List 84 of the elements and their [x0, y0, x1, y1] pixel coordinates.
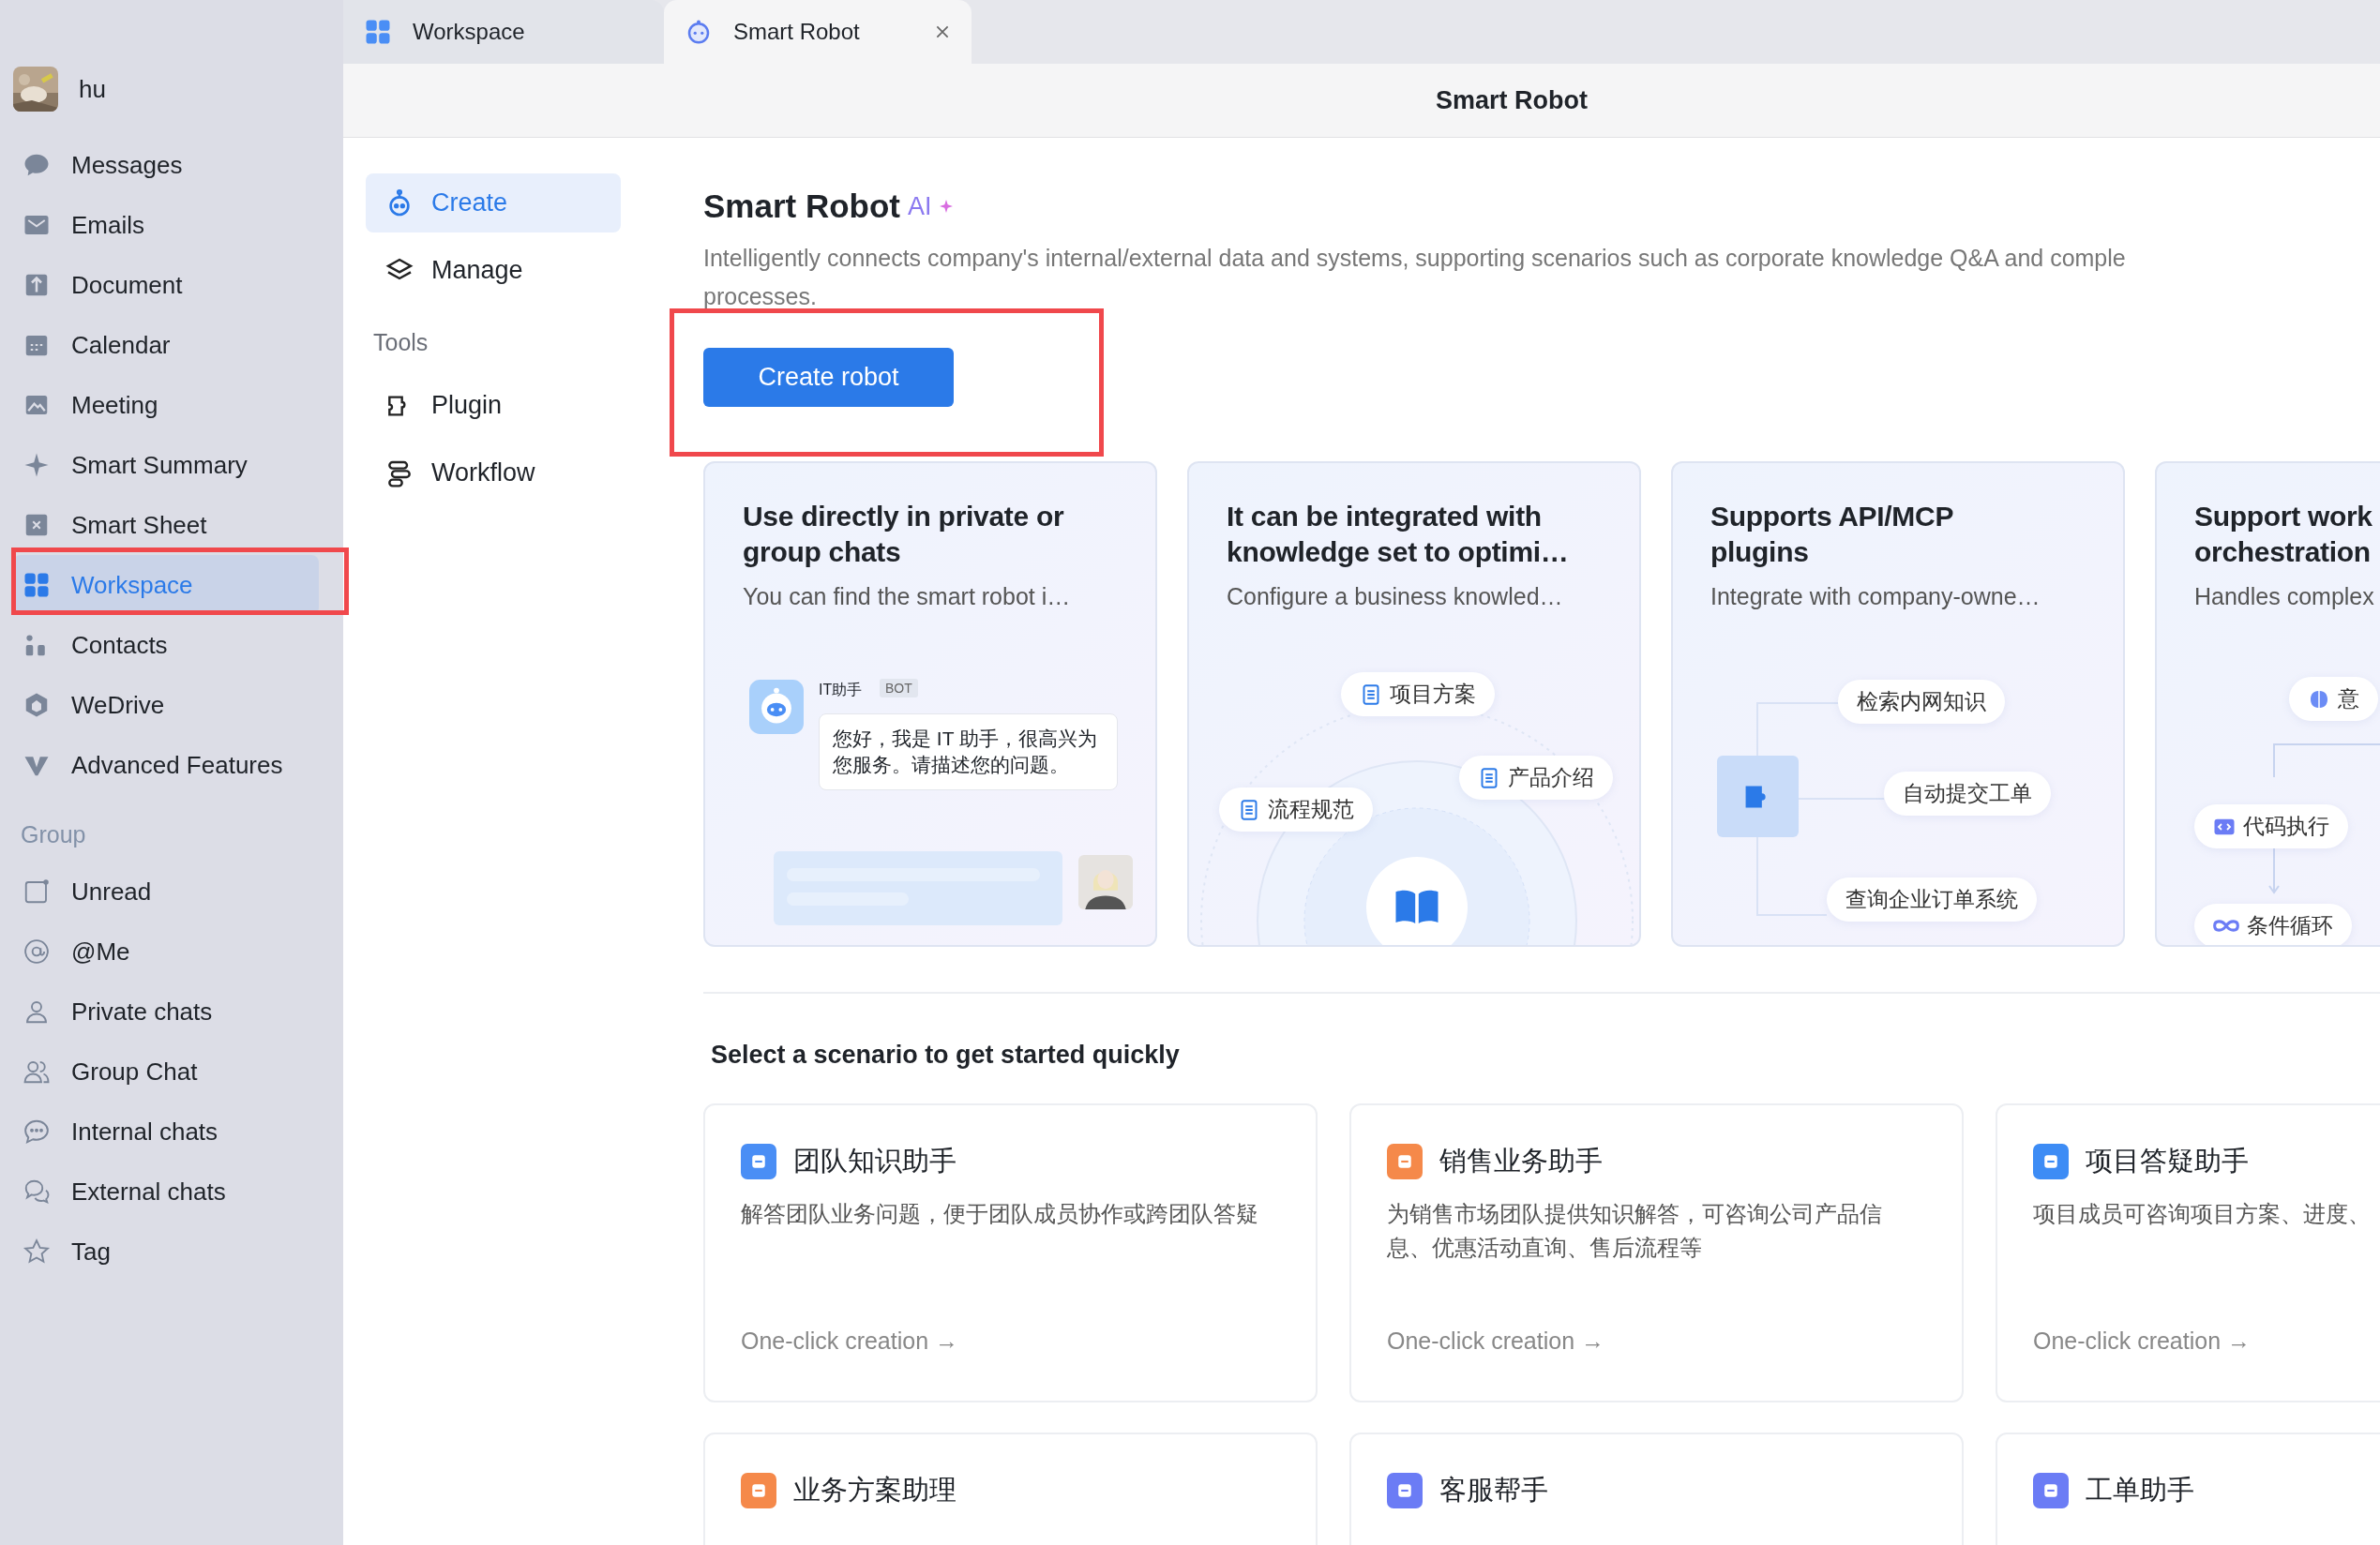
square-dot-icon [23, 878, 51, 906]
sidebar-item[interactable]: Emails [13, 195, 319, 255]
chip-label: 条件循环 [2247, 912, 2333, 939]
one-click-link[interactable]: One-click creation → [741, 1328, 959, 1355]
description: Intelligently connects company's internal/external data and systems, supporting scenarios such as corporate knowledge Q&A and comple processes. [703, 244, 2127, 311]
chat-bubble: 您好，我是 IT 助手，很高兴为您服务。请描述您的问题。 [819, 713, 1118, 790]
chip-label: 查询企业订单系统 [1845, 886, 2018, 913]
infinity-icon [2213, 920, 2239, 932]
bot-name: IT助手 [819, 681, 863, 699]
group-heading: Group [20, 820, 87, 849]
sidebar-item[interactable]: Group Chat [13, 1042, 319, 1102]
scenario-card[interactable]: 销售业务助手 为销售市场团队提供知识解答，可咨询公司产品信息、优惠活动直询、售后流程等 One-click creation → [1349, 1103, 1964, 1402]
nav-item[interactable]: Manage [366, 241, 621, 300]
create-robot-button[interactable]: Create robot [703, 348, 954, 407]
ai-label: AI [908, 191, 932, 221]
scenario-description: 解答团队业务问题，便于团队成员协作或跨团队答疑 [741, 1200, 1259, 1228]
card-subtitle: You can find the smart robot i… [743, 583, 1072, 610]
sidebar-item[interactable]: Meeting [13, 375, 319, 435]
scenario-description: 项目成员可咨询项目方案、进度、 [2033, 1200, 2372, 1228]
bot-tag: BOT [880, 679, 918, 698]
section-heading: Tools [372, 328, 429, 357]
chat-dots-icon [23, 1118, 51, 1146]
card-title: It can be integrated with knowledge set to optimi… [1227, 500, 1570, 569]
scenario-card[interactable]: 工单助手 [1996, 1432, 2380, 1545]
sidebar-item[interactable]: External chats [13, 1162, 319, 1222]
sparkle-icon [939, 200, 953, 213]
scenario-title: 项目答疑助手 [2086, 1145, 2249, 1178]
card-title: Support work orchestration [2194, 500, 2373, 569]
card-subtitle: Integrate with company-owne… [1710, 583, 2041, 610]
chat-pair-icon [23, 1178, 51, 1206]
puzzle-icon [1717, 756, 1799, 837]
sidebar-item[interactable]: WeDrive [13, 675, 319, 735]
grid-icon [23, 571, 51, 599]
card-title: Supports API/MCP plugins [1710, 500, 1955, 569]
chip-label: 检索内网知识 [1857, 688, 1986, 715]
scenario-description: 为销售市场团队提供知识解答，可咨询公司产品信息、优惠活动直询、售后流程等 [1387, 1200, 1883, 1262]
section-title: Smart Robot [703, 188, 900, 225]
sidebar-item[interactable]: Smart Summary [13, 435, 319, 495]
section-heading: Select a scenario to get started quickly [711, 1041, 1181, 1070]
scenario-title: 业务方案助理 [793, 1474, 957, 1507]
scenario-title: 工单助手 [2086, 1474, 2194, 1507]
scenario-card[interactable]: 团队知识助手 解答团队业务问题，便于团队成员协作或跨团队答疑 One-click creation → [703, 1103, 1318, 1402]
user-name: hu [79, 74, 106, 104]
scenario-card[interactable]: 项目答疑助手 项目成员可咨询项目方案、进度、 One-click creation → [1996, 1103, 2380, 1402]
sidebar-item[interactable]: Contacts [13, 615, 319, 675]
chip-label: 流程规范 [1268, 796, 1354, 823]
robot-icon [749, 680, 804, 734]
sidebar-item[interactable]: @Me [13, 922, 319, 982]
sidebar-item[interactable]: Messages [13, 135, 319, 195]
nav-item[interactable]: Create [366, 173, 621, 232]
sidebar-item[interactable]: Smart Sheet [13, 495, 319, 555]
sidebar-item[interactable]: Unread [13, 862, 319, 922]
card-title: Use directly in private or group chats [743, 500, 1065, 569]
chip-label: 意 [2338, 685, 2359, 712]
page-title: Smart Robot [1436, 85, 1588, 115]
tab[interactable]: Workspace [343, 0, 664, 64]
one-click-link[interactable]: One-click creation → [2033, 1328, 2252, 1355]
scenario-title: 客服帮手 [1439, 1474, 1548, 1507]
sidebar-item[interactable]: Advanced Features [13, 735, 319, 795]
chip-label: 项目方案 [1390, 681, 1476, 708]
sidebar-item[interactable]: Calendar [13, 315, 319, 375]
scenario-card[interactable]: 业务方案助理 [703, 1432, 1318, 1545]
chip-label: 产品介绍 [1508, 764, 1594, 791]
scenario-card[interactable]: 客服帮手 [1349, 1432, 1964, 1545]
one-click-link[interactable]: One-click creation → [1387, 1328, 1605, 1355]
scenario-title: 销售业务助手 [1439, 1145, 1603, 1178]
chip-label: 代码执行 [2243, 813, 2329, 840]
card-subtitle: Configure a business knowled… [1227, 583, 1564, 610]
close-icon[interactable] [934, 23, 951, 40]
chip-label: 自动提交工单 [1903, 780, 2032, 807]
sidebar-item[interactable]: Internal chats [13, 1102, 319, 1162]
person-avatar [1078, 855, 1133, 909]
sidebar-item[interactable]: Document [13, 255, 319, 315]
at-sign-icon [23, 938, 51, 966]
nav-item[interactable]: Plugin [366, 376, 621, 435]
nav-item[interactable]: Workflow [366, 443, 621, 502]
star-icon [23, 1238, 51, 1266]
grid-icon [364, 18, 392, 46]
sidebar-item[interactable]: Tag [13, 1222, 319, 1282]
sidebar-item[interactable]: Private chats [13, 982, 319, 1042]
down-arrow [2268, 848, 2280, 894]
tab[interactable]: Smart Robot [664, 0, 972, 64]
card-subtitle: Handles complex [2194, 583, 2375, 610]
scenario-title: 团队知识助手 [793, 1145, 957, 1178]
